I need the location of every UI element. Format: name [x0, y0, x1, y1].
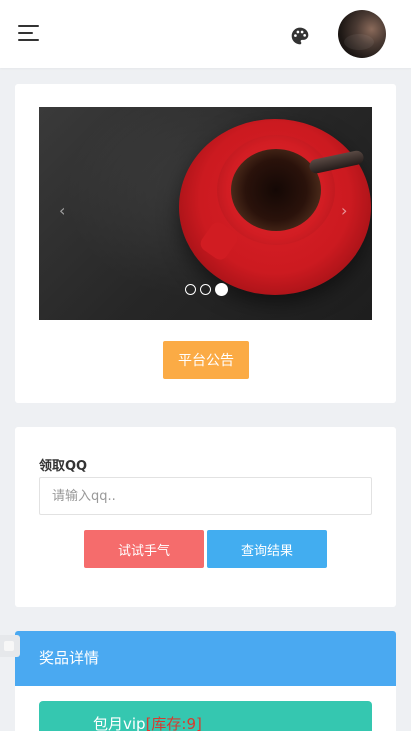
carousel-dot-2[interactable]	[200, 283, 211, 295]
top-bar	[0, 0, 411, 68]
prize-item-name: 包月vip	[93, 715, 146, 731]
carousel-next-icon[interactable]: ›	[341, 203, 347, 219]
platform-notice-button[interactable]: 平台公告	[163, 341, 249, 379]
coffee-image	[231, 149, 321, 231]
user-avatar[interactable]	[338, 10, 386, 58]
prize-item[interactable]: 包月vip[库存:9]	[39, 701, 372, 731]
carousel-indicators	[185, 282, 228, 296]
banner-card: ‹ › 平台公告	[15, 84, 396, 403]
query-result-button[interactable]: 查询结果	[207, 530, 327, 568]
qq-input[interactable]	[39, 477, 372, 515]
palette-icon[interactable]	[290, 26, 310, 46]
prize-details-title: 奖品详情	[15, 631, 396, 686]
hamburger-menu-icon[interactable]	[18, 25, 39, 41]
side-float-tab[interactable]	[0, 635, 20, 657]
image-carousel[interactable]: ‹ ›	[39, 107, 372, 320]
carousel-dot-1[interactable]	[185, 283, 196, 295]
carousel-dot-3-active[interactable]	[215, 282, 228, 296]
prize-details-card: 奖品详情 包月vip[库存:9]	[15, 631, 396, 731]
carousel-prev-icon[interactable]: ‹	[59, 203, 65, 219]
qq-claim-card: 领取QQ 试试手气 查询结果	[15, 427, 396, 607]
try-luck-button[interactable]: 试试手气	[84, 530, 204, 568]
prize-item-stock: [库存:9]	[145, 715, 202, 731]
qq-field-label: 领取QQ	[39, 459, 88, 474]
